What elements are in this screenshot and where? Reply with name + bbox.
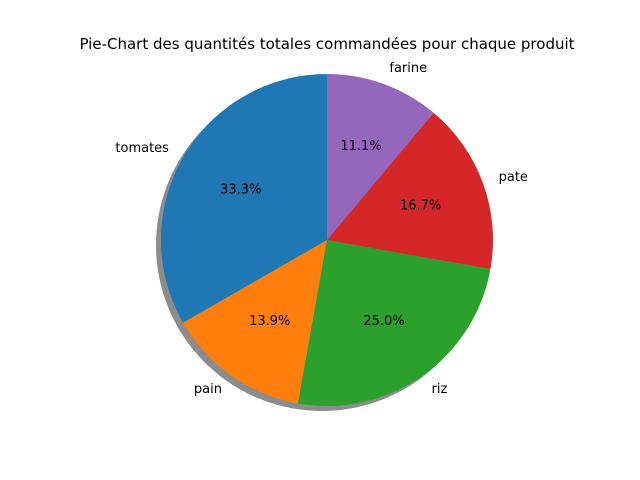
slice-percent-pate: 16.7% xyxy=(400,198,441,213)
slice-label-riz: riz xyxy=(432,382,448,397)
chart-title: Pie-Chart des quantités totales commandé… xyxy=(79,35,574,53)
pie-slices xyxy=(160,74,493,406)
chart-figure: Pie-Chart des quantités totales commandé… xyxy=(0,0,640,480)
slice-percent-tomates: 33.3% xyxy=(220,183,261,198)
slice-label-farine: farine xyxy=(389,61,427,76)
slice-label-pate: pate xyxy=(499,170,528,185)
slice-percent-pain: 13.9% xyxy=(249,314,290,329)
pie-chart: Pie-Chart des quantités totales commandé… xyxy=(79,35,575,411)
slice-percent-riz: 25.0% xyxy=(363,314,404,329)
slice-label-tomates: tomates xyxy=(115,141,169,156)
slice-label-pain: pain xyxy=(194,382,222,397)
slice-percent-farine: 11.1% xyxy=(340,139,381,154)
